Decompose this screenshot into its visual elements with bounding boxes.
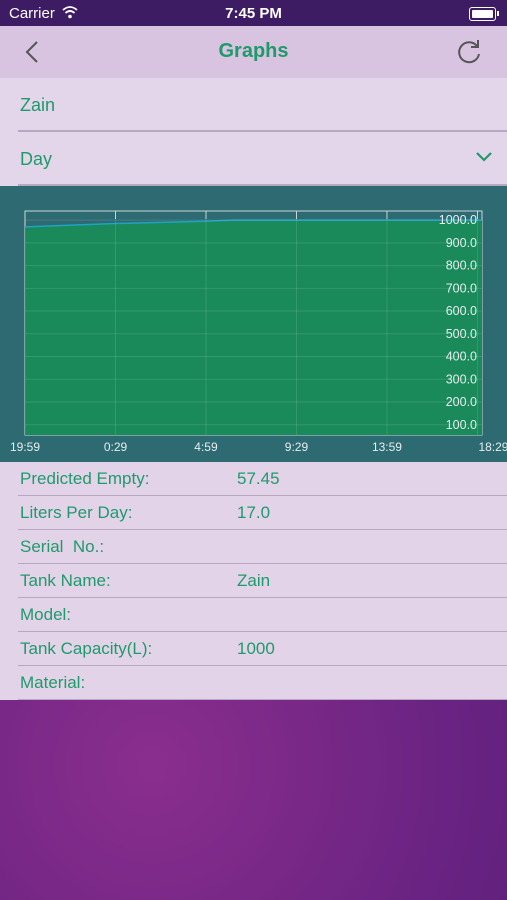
level-area (25, 220, 482, 435)
divider (18, 698, 507, 700)
info-value: 1000 (237, 639, 275, 658)
chart-svg: 19:59 0:29 4:59 9:29 13:59 18:29 1000.0 900.0 80… (10, 210, 507, 454)
y-tick-label: 900.0 (446, 236, 477, 250)
info-value: 57.45 (237, 469, 280, 488)
info-key: Tank Name: (20, 571, 111, 590)
x-tick-label: 4:59 (194, 440, 218, 454)
info-row: Model: (0, 598, 507, 632)
page-title: Graphs (218, 40, 289, 62)
y-tick-label: 800.0 (446, 259, 477, 273)
clock: 7:45 PM (225, 5, 282, 22)
info-key: Liters Per Day: (20, 503, 133, 522)
battery-icon (469, 7, 499, 21)
y-tick-label: 100.0 (446, 418, 477, 432)
x-tick-label: 0:29 (104, 440, 128, 454)
y-tick-label: 700.0 (446, 281, 477, 295)
tank-selector[interactable]: Zain (0, 78, 507, 132)
info-row: Tank Capacity(L): 1000 (0, 632, 507, 666)
info-key: Predicted Empty: (20, 469, 150, 488)
info-row: Serial No.: (0, 530, 507, 564)
info-key: Model: (20, 605, 72, 624)
y-tick-label: 1000.0 (439, 213, 477, 227)
info-key: Tank Capacity(L): (20, 639, 153, 658)
info-key: Material: (20, 673, 86, 692)
status-bar: Carrier 7:45 PM (0, 0, 507, 26)
info-value: Zain (237, 571, 271, 590)
x-tick-label: 18:29 (478, 440, 507, 454)
x-tick-label: 13:59 (372, 440, 402, 454)
y-tick-label: 400.0 (446, 350, 477, 364)
y-tick-label: 300.0 (446, 372, 477, 386)
info-value: 17.0 (237, 503, 271, 522)
info-row: Tank Name: Zain (0, 564, 507, 598)
tank-info-panel: Predicted Empty: 57.45 Liters Per Day: 17.0… (0, 462, 507, 700)
period-label: Day (20, 149, 53, 169)
info-row: Predicted Empty: 57.45 (0, 462, 507, 496)
chevron-down-icon (476, 152, 492, 162)
info-row: Liters Per Day: 17.0 (0, 496, 507, 530)
period-selector[interactable]: Day (0, 132, 507, 186)
y-tick-label: 200.0 (446, 395, 477, 409)
info-key: Serial No.: (20, 537, 105, 556)
info-row: Material: (0, 666, 507, 700)
x-tick-label: 19:59 (10, 440, 40, 454)
tank-name-label: Zain (20, 95, 56, 115)
y-tick-label: 600.0 (446, 304, 477, 318)
nav-bar: Graphs (0, 26, 507, 78)
y-tick-label: 500.0 (446, 327, 477, 341)
x-tick-label: 9:29 (285, 440, 309, 454)
level-chart: 19:59 0:29 4:59 9:29 13:59 18:29 1000.0 900.0 80… (0, 186, 507, 462)
refresh-icon[interactable] (455, 38, 483, 66)
